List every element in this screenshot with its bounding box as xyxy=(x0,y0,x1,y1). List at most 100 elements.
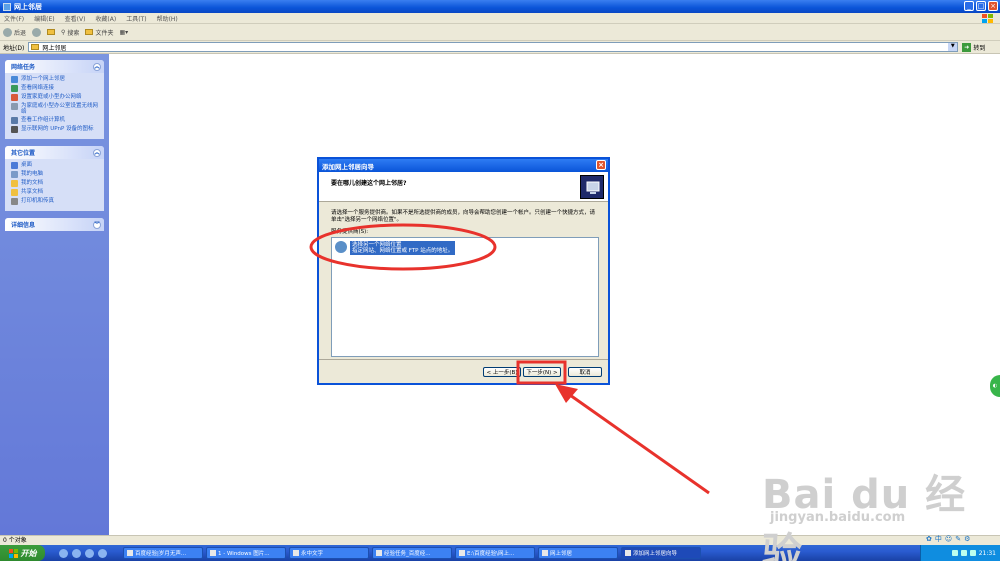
watermark-url: jingyan.baidu.com xyxy=(770,510,906,525)
chevron-up-icon[interactable]: ︽ xyxy=(93,62,101,71)
sidebar-item-shared-documents[interactable]: 共享文档 xyxy=(11,189,100,196)
address-label: 地址(D) xyxy=(3,44,25,52)
task-app-icon xyxy=(625,550,631,556)
workgroup-icon xyxy=(11,117,18,124)
sidebar-item-my-documents[interactable]: 我的文档 xyxy=(11,180,100,187)
menu-file[interactable]: 文件(F) xyxy=(4,14,24,23)
up-button[interactable] xyxy=(47,29,56,35)
sidebar-item-network-connections[interactable]: 查看网络连接 xyxy=(11,85,100,92)
chevron-down-icon[interactable]: ▼ xyxy=(948,43,958,51)
task-button[interactable]: E:\百度经验\网上... xyxy=(455,547,535,559)
folders-button[interactable]: 文件夹 xyxy=(85,28,113,37)
task-app-icon xyxy=(542,550,548,556)
menu-view[interactable]: 查看(V) xyxy=(65,14,86,23)
dialog-title: 添加网上邻居向导 xyxy=(322,162,374,171)
menu-help[interactable]: 帮助(H) xyxy=(157,14,178,23)
browser-icon[interactable] xyxy=(72,548,81,558)
add-place-icon xyxy=(11,76,18,83)
dialog-description: 请选择一个服务提供商。如果不是所选提供商的成员，向导会帮助您创建一个帐户。只创建… xyxy=(331,210,596,223)
forward-button[interactable] xyxy=(32,27,42,37)
dialog-header: 要在哪儿创建这个网上邻居? xyxy=(319,172,608,202)
wizard-graphic-icon xyxy=(586,181,600,194)
windows-flag-icon xyxy=(8,548,18,558)
wizard-network-icon xyxy=(580,175,604,199)
sidebar-item-setup-home-network[interactable]: 设置家庭或小型办公网络 xyxy=(11,94,100,101)
views-icon: ▦▾ xyxy=(119,28,129,36)
go-arrow-icon: ➜ xyxy=(962,42,972,52)
list-item[interactable]: 选择另一个网络位置 指定网站、网络位置或 FTP 站点的地址。 xyxy=(335,241,595,255)
task-buttons: 百度经验|岁月无声... 1 - Windows 图片... 永中文字 经验任务… xyxy=(123,547,701,559)
cancel-button[interactable]: 取消 xyxy=(568,367,602,377)
add-network-place-wizard: 添加网上邻居向导 × 要在哪儿创建这个网上邻居? 请选择一个服务提供商。如果不是… xyxy=(317,157,610,385)
app-icon[interactable] xyxy=(98,548,107,558)
media-icon[interactable] xyxy=(85,548,94,558)
status-text: 0 个对象 xyxy=(3,537,27,544)
go-button[interactable]: ➜ 转到 xyxy=(962,42,985,52)
start-button[interactable]: 开始 xyxy=(0,545,45,561)
task-button[interactable]: 百度经验|岁月无声... xyxy=(123,547,203,559)
toolbar: 后退 ⚲ 搜索 文件夹 ▦▾ xyxy=(0,24,1000,41)
task-button[interactable]: 网上邻居 xyxy=(538,547,618,559)
selected-list-item-text: 选择另一个网络位置 指定网站、网络位置或 FTP 站点的地址。 xyxy=(350,241,456,255)
dialog-question: 要在哪儿创建这个网上邻居? xyxy=(331,180,407,187)
back-step-button[interactable]: < 上一步(B) xyxy=(483,367,521,377)
menu-favorites[interactable]: 收藏(A) xyxy=(95,14,116,23)
sidebar-item-printers[interactable]: 打印机和传真 xyxy=(11,198,100,205)
chevron-up-icon[interactable]: ︽ xyxy=(93,148,101,157)
menu-edit[interactable]: 编辑(E) xyxy=(34,14,54,23)
network-tasks-panel: 网络任务 ︽ 添加一个网上邻居 查看网络连接 设置家庭或小型办公网络 为家庭或小型… xyxy=(5,60,104,139)
task-button[interactable]: 经验任务_百度经... xyxy=(372,547,452,559)
chevron-down-icon[interactable]: ︾ xyxy=(93,220,101,229)
next-step-button[interactable]: 下一步(N) > xyxy=(523,367,561,377)
back-button[interactable]: 后退 xyxy=(3,27,26,37)
maximize-button[interactable]: □ xyxy=(976,1,986,11)
dialog-title-bar: 添加网上邻居向导 × xyxy=(319,159,608,172)
sidebar-item-my-computer[interactable]: 我的电脑 xyxy=(11,171,100,178)
window-controls: _ □ × xyxy=(964,1,998,11)
sidebar-item-setup-wireless[interactable]: 为家庭或小型办公室设置无线网络 xyxy=(11,103,100,115)
computer-icon xyxy=(11,171,18,178)
documents-folder-icon xyxy=(11,180,18,187)
upnp-device-icon xyxy=(11,126,18,133)
close-button[interactable]: × xyxy=(988,1,998,11)
task-pane: 网络任务 ︽ 添加一个网上邻居 查看网络连接 设置家庭或小型办公网络 为家庭或小型… xyxy=(0,54,109,535)
network-places-icon xyxy=(31,44,40,50)
details-header[interactable]: 详细信息 ︾ xyxy=(5,218,104,231)
task-button-active[interactable]: 添加网上邻居向导 xyxy=(621,547,701,559)
service-provider-list[interactable]: 选择另一个网络位置 指定网站、网络位置或 FTP 站点的地址。 xyxy=(331,237,599,357)
address-value: 网上邻居 xyxy=(42,44,67,52)
dialog-close-button[interactable]: × xyxy=(596,160,606,170)
show-desktop-icon[interactable] xyxy=(59,548,68,558)
task-button[interactable]: 1 - Windows 图片... xyxy=(206,547,286,559)
network-places-icon xyxy=(3,2,11,11)
details-panel: 详细信息 ︾ xyxy=(5,218,104,231)
windows-logo-icon xyxy=(982,14,993,23)
search-button[interactable]: ⚲ 搜索 xyxy=(61,28,79,37)
menu-tools[interactable]: 工具(T) xyxy=(126,14,146,23)
wireless-icon xyxy=(11,103,18,110)
other-places-panel: 其它位置 ︽ 桌面 我的电脑 我的文档 共享文档 打印机和传真 xyxy=(5,146,104,211)
forward-arrow-icon xyxy=(32,27,42,37)
network-tasks-header[interactable]: 网络任务 ︽ xyxy=(5,60,104,73)
menu-bar: 文件(F) 编辑(E) 查看(V) 收藏(A) 工具(T) 帮助(H) xyxy=(0,13,1000,24)
back-arrow-icon xyxy=(3,27,12,37)
task-button[interactable]: 永中文字 xyxy=(289,547,369,559)
address-input[interactable]: 网上邻居 ▼ xyxy=(28,42,959,52)
sidebar-item-workgroup[interactable]: 查看工作组计算机 xyxy=(11,117,100,124)
shared-folder-icon xyxy=(11,189,18,196)
window-title: 网上邻居 xyxy=(14,2,42,11)
sidebar-item-upnp[interactable]: 显示联网的 UPnP 设备的图标 xyxy=(11,126,100,133)
connections-icon xyxy=(11,85,18,92)
minimize-button[interactable]: _ xyxy=(964,1,974,11)
sidebar-item-add-network-place[interactable]: 添加一个网上邻居 xyxy=(11,76,100,83)
up-folder-icon xyxy=(47,29,56,35)
task-app-icon xyxy=(293,550,299,556)
printer-icon xyxy=(11,198,18,205)
address-bar: 地址(D) 网上邻居 ▼ ➜ 转到 xyxy=(0,41,1000,54)
network-globe-icon xyxy=(335,241,347,253)
home-network-icon xyxy=(11,94,18,101)
views-button[interactable]: ▦▾ xyxy=(119,29,128,36)
service-provider-label: 服务提供商(S): xyxy=(331,229,369,235)
other-places-header[interactable]: 其它位置 ︽ xyxy=(5,146,104,159)
sidebar-item-desktop[interactable]: 桌面 xyxy=(11,162,100,169)
